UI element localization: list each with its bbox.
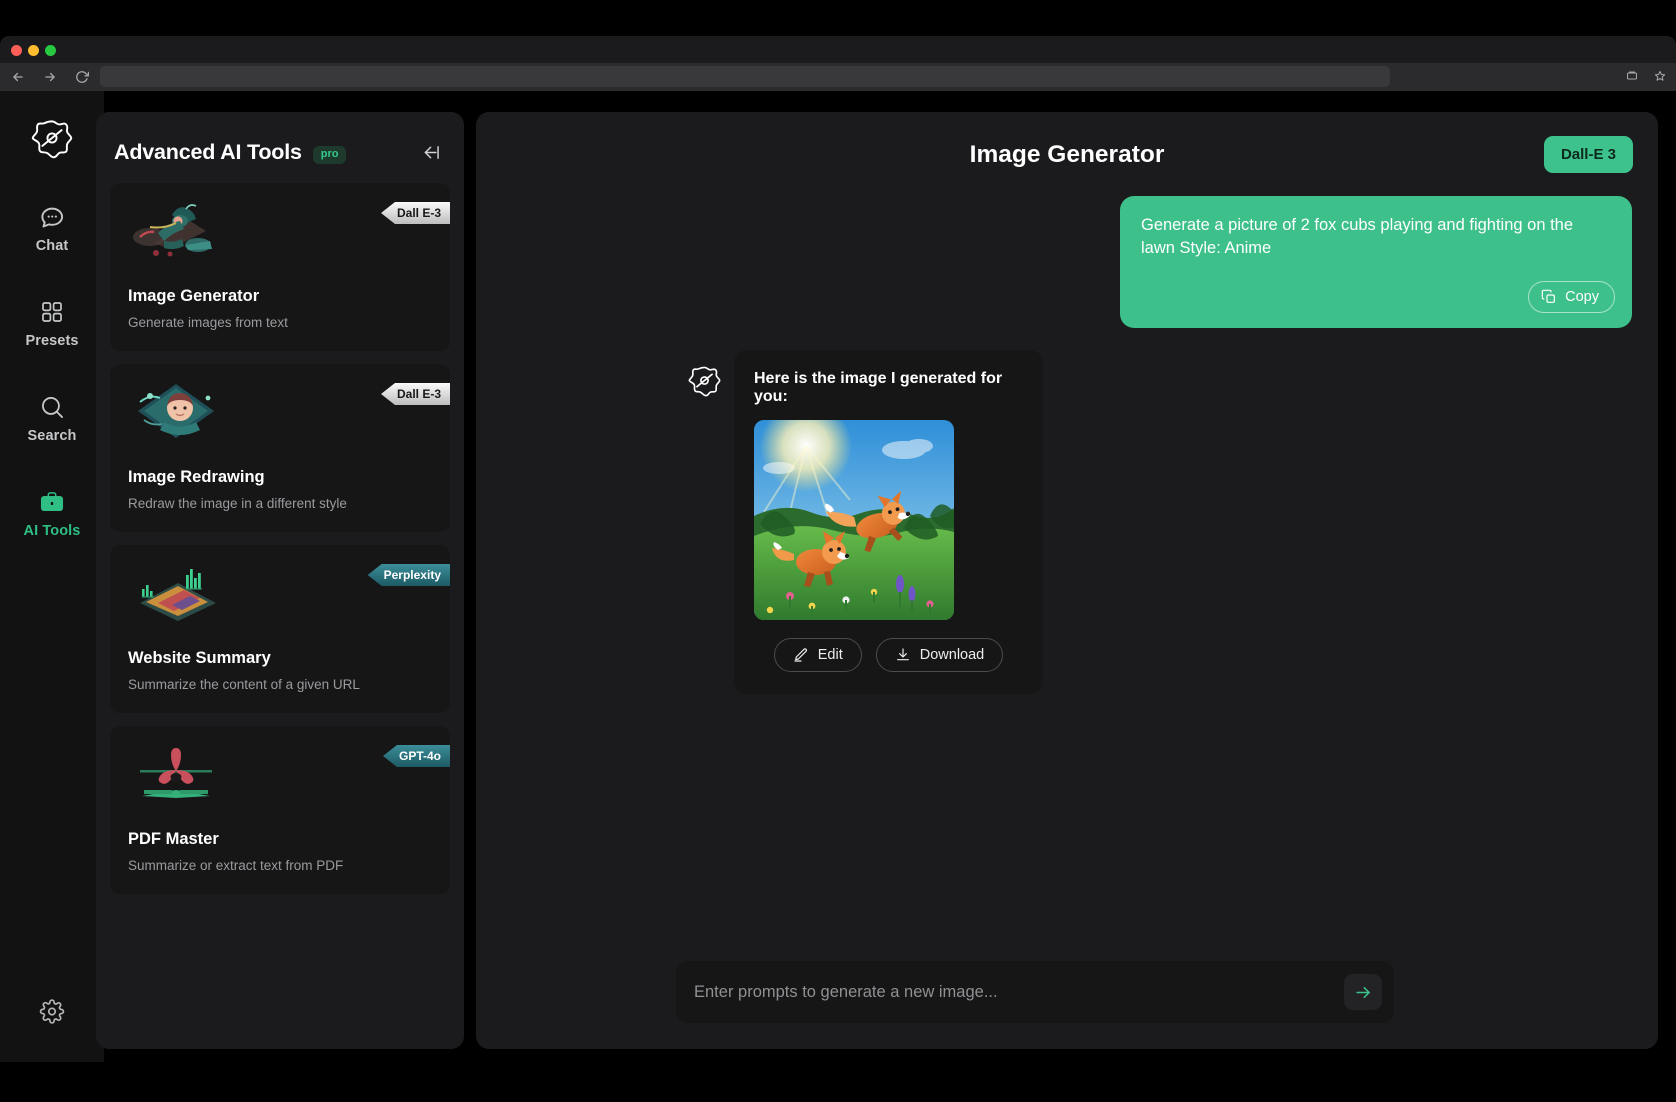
pdf-acrobat-thumbnail	[128, 740, 224, 806]
browser-titlebar	[0, 36, 1676, 63]
prompt-input[interactable]	[694, 982, 1344, 1002]
tool-card-list: Image Generator Generate images from tex…	[96, 183, 464, 894]
sidebar-item-label: Search	[27, 428, 77, 444]
assistant-message-text: Here is the image I generated for you:	[754, 370, 1003, 405]
generated-image[interactable]	[754, 420, 954, 620]
model-badge: GPT-4o	[382, 745, 450, 767]
sidebar-item-chat[interactable]: Chat	[10, 199, 94, 258]
rail-items: Chat Presets Search AI Tools	[0, 199, 104, 543]
tool-card-title: Website Summary	[128, 649, 271, 667]
bookmark-star-icon[interactable]	[1652, 68, 1668, 84]
assistant-message-bubble: Here is the image I generated for you: E…	[734, 350, 1043, 694]
prompt-composer[interactable]	[676, 961, 1394, 1023]
download-button[interactable]: Download	[875, 638, 1004, 672]
reload-icon[interactable]	[74, 69, 90, 85]
tool-card-pdf-master[interactable]: PDF Master Summarize or extract text fro…	[110, 726, 450, 894]
assistant-message-row: Here is the image I generated for you: E…	[502, 350, 1632, 694]
forward-arrow-icon[interactable]	[42, 69, 58, 85]
back-arrow-icon[interactable]	[10, 69, 26, 85]
sidebar-item-ai-tools[interactable]: AI Tools	[10, 484, 94, 543]
edit-button-label: Edit	[817, 647, 843, 663]
download-button-label: Download	[919, 647, 985, 663]
model-badge: Dall E-3	[380, 202, 450, 224]
tool-card-website-summary[interactable]: Website Summary Summarize the content of…	[110, 545, 450, 713]
sidebar-item-presets[interactable]: Presets	[10, 294, 94, 353]
briefcase-icon	[38, 488, 66, 516]
sidebar-item-search[interactable]: Search	[10, 389, 94, 448]
pro-badge: pro	[312, 145, 347, 164]
address-bar[interactable]	[100, 66, 1390, 87]
model-badge: Dall E-3	[380, 383, 450, 405]
extensions-icon[interactable]	[1624, 68, 1640, 84]
tools-panel-header: Advanced AI Tools pro	[96, 112, 464, 165]
tool-card-title: PDF Master	[128, 830, 219, 848]
user-message-row: Generate a picture of 2 fox cubs playing…	[502, 196, 1632, 328]
grid-squares-icon	[38, 298, 66, 326]
tool-card-description: Generate images from text	[128, 315, 288, 330]
tool-card-description: Summarize the content of a given URL	[128, 677, 360, 692]
left-nav-rail: Chat Presets Search AI Tools	[0, 91, 104, 1062]
tool-card-image-generator[interactable]: Image Generator Generate images from tex…	[110, 183, 450, 351]
app-logo-icon[interactable]	[31, 117, 73, 159]
browser-window: Chat Presets Search AI Tools Advanced AI…	[0, 0, 1676, 1102]
minimize-window-button[interactable]	[28, 45, 39, 56]
sidebar-item-label: Chat	[35, 238, 69, 254]
app-canvas: Chat Presets Search AI Tools Advanced AI…	[0, 91, 1676, 1062]
tool-card-title: Image Redrawing	[128, 468, 265, 486]
send-button[interactable]	[1344, 974, 1382, 1010]
sidebar-item-label: Presets	[25, 333, 79, 349]
arrow-right-icon	[1354, 983, 1373, 1002]
copy-icon	[1541, 289, 1557, 305]
magnifier-icon	[38, 393, 66, 421]
page-title: Advanced AI Tools	[114, 140, 302, 164]
user-message-text: Generate a picture of 2 fox cubs playing…	[1141, 216, 1574, 258]
main-title: Image Generator	[969, 141, 1165, 168]
app-logo-icon	[688, 364, 721, 397]
maximize-window-button[interactable]	[45, 45, 56, 56]
close-window-button[interactable]	[11, 45, 22, 56]
download-icon	[895, 647, 911, 663]
copy-button[interactable]: Copy	[1528, 281, 1615, 313]
gear-icon[interactable]	[39, 999, 65, 1024]
main-content-panel: Image Generator Dall-E 3 Generate a pict…	[476, 112, 1658, 1049]
tool-card-title: Image Generator	[128, 287, 260, 305]
sidebar-item-label: AI Tools	[23, 523, 81, 539]
model-selector-button[interactable]: Dall-E 3	[1543, 136, 1633, 173]
tool-card-description: Redraw the image in a different style	[128, 496, 347, 511]
witch-on-broom-thumbnail	[128, 197, 224, 263]
window-controls[interactable]	[11, 45, 56, 56]
conversation-thread: Generate a picture of 2 fox cubs playing…	[476, 196, 1658, 694]
portrait-restyle-thumbnail	[128, 378, 224, 444]
tool-card-image-redrawing[interactable]: Image Redrawing Redraw the image in a di…	[110, 364, 450, 532]
address-bar-actions	[1624, 68, 1668, 84]
user-message-bubble: Generate a picture of 2 fox cubs playing…	[1120, 196, 1632, 328]
copy-button-label: Copy	[1565, 289, 1599, 305]
tool-card-description: Summarize or extract text from PDF	[128, 858, 344, 873]
model-badge: Perplexity	[367, 564, 450, 586]
image-action-buttons: Edit Download	[754, 638, 1023, 672]
chat-bubble-icon	[38, 203, 66, 231]
collapse-left-icon[interactable]	[421, 142, 442, 163]
advanced-ai-tools-panel: Advanced AI Tools pro Image Generator Ge…	[96, 112, 464, 1049]
address-input[interactable]	[100, 66, 1390, 87]
edit-button[interactable]: Edit	[773, 638, 862, 672]
pencil-icon	[793, 647, 809, 663]
data-chart-thumbnail	[128, 559, 224, 625]
